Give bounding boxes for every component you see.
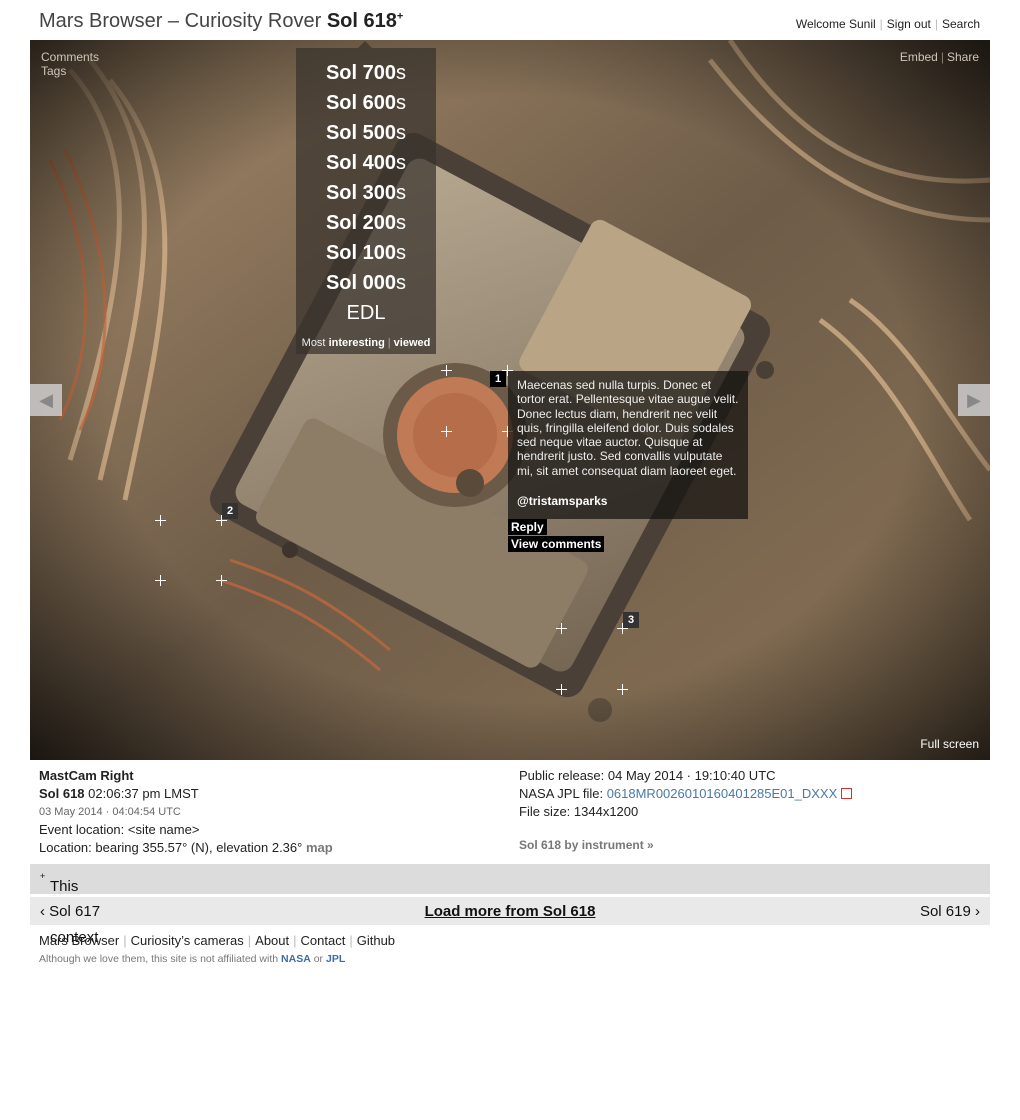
sol-menu-item-400[interactable]: Sol 400s <box>296 148 436 178</box>
full-screen-button[interactable]: Full screen <box>920 737 979 751</box>
search-link[interactable]: Search <box>942 17 980 31</box>
sign-out-link[interactable]: Sign out <box>887 17 931 31</box>
comment-author-link[interactable]: @tristamsparks <box>517 494 739 508</box>
reply-button[interactable]: Reply <box>508 519 547 535</box>
annotation-1-corner <box>441 365 452 376</box>
release-metadata: Public release: 04 May 2014 · 19:10:40 U… <box>519 767 853 821</box>
previous-sol-link[interactable]: ‹ Sol 617 <box>40 903 100 920</box>
footer-disclaimer: Although we love them, this site is not … <box>39 953 346 965</box>
page-title: Mars Browser – Curiosity Rover Sol 618+ <box>39 10 403 33</box>
annotation-2-corner <box>155 515 166 526</box>
camera-name: MastCam Right <box>39 768 134 783</box>
map-link[interactable]: map <box>306 840 333 855</box>
photo-tools-left: Comments Tags <box>41 50 99 78</box>
sol-pager: Load more from Sol 618 ‹ Sol 617 Sol 619… <box>30 897 990 925</box>
public-release: Public release: 04 May 2014 · 19:10:40 U… <box>519 768 776 783</box>
right-triangle-icon: ▶ <box>967 389 981 410</box>
sol-label: Sol 618 <box>39 786 85 801</box>
annotation-3-corner <box>556 623 567 634</box>
sort-interesting-link[interactable]: interesting <box>329 337 385 349</box>
left-triangle-icon: ◀ <box>39 389 53 410</box>
sol-menu-item-200[interactable]: Sol 200s <box>296 208 436 238</box>
sol-menu-item-500[interactable]: Sol 500s <box>296 118 436 148</box>
footer-nav: Mars Browser | Curiosity’s cameras | About | C… <box>39 933 396 948</box>
sol-menu-item-300[interactable]: Sol 300s <box>296 178 436 208</box>
sol-menu-toggle-icon[interactable]: + <box>397 10 403 22</box>
annotation-1-marker[interactable]: 1 <box>490 371 506 387</box>
tags-link[interactable]: Tags <box>41 64 66 78</box>
photo-metadata: MastCam Right Sol 618 02:06:37 pm LMST 0… <box>39 767 333 857</box>
page-title-text: Mars Browser – Curiosity Rover <box>39 10 327 32</box>
event-location: Event location: <site name> <box>39 822 200 837</box>
next-sol-link[interactable]: Sol 619 › <box>920 903 980 920</box>
footer-link-cameras[interactable]: Curiosity’s cameras <box>131 933 244 948</box>
share-link[interactable]: Share <box>947 50 979 64</box>
sol-menu-item-000[interactable]: Sol 000s <box>296 268 436 298</box>
sol-menu-item-100[interactable]: Sol 100s <box>296 238 436 268</box>
welcome-text: Welcome Sunil <box>795 17 876 31</box>
annotation-3-marker[interactable]: 3 <box>623 612 639 628</box>
next-photo-button[interactable]: ▶ <box>958 384 990 416</box>
view-comments-button[interactable]: View comments <box>508 536 605 552</box>
comment-text: Maecenas sed nulla turpis. Donec et tort… <box>517 378 739 478</box>
jpl-file-link[interactable]: 0618MR0026010160401285E01_DXXX <box>607 786 838 801</box>
dropdown-caret-icon <box>358 41 372 48</box>
footer-link-about[interactable]: About <box>255 933 289 948</box>
external-link-icon[interactable] <box>841 788 853 799</box>
jpl-file-label: NASA JPL file: <box>519 786 604 801</box>
previous-photo-button[interactable]: ◀ <box>30 384 62 416</box>
annotation-3-corner <box>556 684 567 695</box>
annotation-1-corner <box>441 426 452 437</box>
sol-menu-item-600[interactable]: Sol 600s <box>296 88 436 118</box>
nasa-link[interactable]: NASA <box>281 953 311 965</box>
footer-link-github[interactable]: Github <box>357 933 395 948</box>
location-text: Location: bearing 355.57° (N), elevation… <box>39 840 303 855</box>
annotation-2-marker[interactable]: 2 <box>222 503 238 519</box>
load-more-link[interactable]: Load more from Sol 618 <box>30 903 990 920</box>
current-sol-menu-trigger[interactable]: Sol 618+ <box>327 10 403 32</box>
footer-link-contact[interactable]: Contact <box>301 933 346 948</box>
file-size: File size: 1344x1200 <box>519 804 639 819</box>
current-sol[interactable]: Sol 618 <box>327 10 397 32</box>
sort-viewed-link[interactable]: viewed <box>394 337 431 349</box>
annotation-2-corner <box>216 575 227 586</box>
sol-dropdown-menu: Sol 700s Sol 600s Sol 500s Sol 400s Sol … <box>296 41 436 354</box>
photo-tools-right: Embed | Share <box>899 50 979 64</box>
sol-by-instrument-link[interactable]: Sol 618 by instrument » <box>519 838 654 852</box>
footer-link-mars-browser[interactable]: Mars Browser <box>39 933 119 948</box>
annotation-2-corner <box>155 575 166 586</box>
jpl-link[interactable]: JPL <box>326 953 345 965</box>
photo-context-header[interactable]: This photo in context+ <box>30 864 990 946</box>
annotation-comment-popover: Maecenas sed nulla turpis. Donec et tort… <box>508 371 748 519</box>
comments-link[interactable]: Comments <box>41 50 99 64</box>
user-nav: Welcome Sunil | Sign out | Search <box>795 17 980 31</box>
sol-menu-item-700[interactable]: Sol 700s <box>296 58 436 88</box>
photo-viewer[interactable]: Comments Tags Embed | Share ◀ ▶ Sol 700s S… <box>30 40 990 760</box>
lmst-time: 02:06:37 pm LMST <box>88 786 199 801</box>
context-expand-icon[interactable]: + <box>40 871 45 881</box>
sol-sort-options: Most interesting | viewed <box>301 337 431 349</box>
sol-menu-item-edl[interactable]: EDL <box>296 298 436 328</box>
embed-link[interactable]: Embed <box>900 50 938 64</box>
earth-date: 03 May 2014 · 04:04:54 UTC <box>39 806 181 818</box>
annotation-3-corner <box>617 684 628 695</box>
